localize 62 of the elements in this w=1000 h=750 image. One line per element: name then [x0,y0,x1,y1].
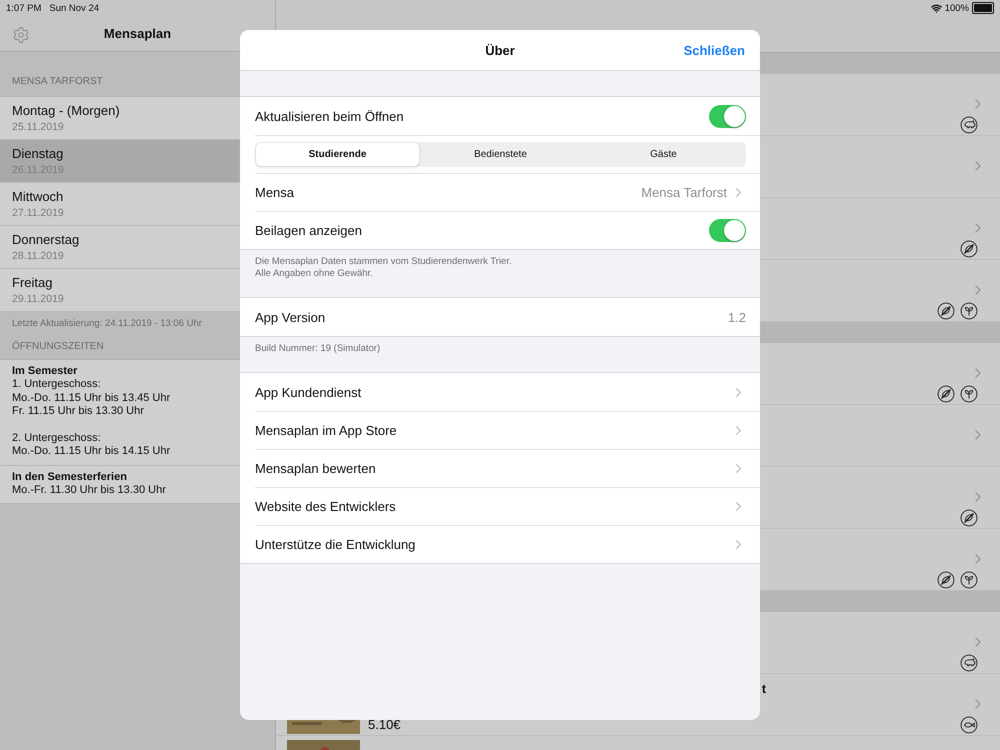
sprout-icon [960,571,978,589]
segment-button[interactable]: Gäste [582,143,745,166]
section-header: ÖFFNUNGSZEITEN [12,341,104,352]
settings-link-row[interactable]: Website des Entwicklers [255,487,760,525]
setting-label: Mensaplan bewerten [255,461,377,476]
toggle-switch[interactable] [709,104,746,128]
day-title: Dienstag [12,146,64,161]
crossed-leaf-icon [960,240,978,258]
sidebar-title: Mensaplan [104,26,172,41]
battery-icon [972,2,994,14]
pig-icon [960,654,978,672]
hours-line: Mo.-Do. 11.15 Uhr bis 14.15 Uhr [12,445,170,458]
crossed-leaf-icon [937,571,955,589]
close-button[interactable]: Schließen [684,42,745,58]
fish-icon [960,716,978,734]
day-date: 29.11.2019 [12,293,64,305]
day-date: 25.11.2019 [12,121,64,133]
status-time: 1:07 PM [6,2,42,14]
pig-icon [960,116,978,134]
status-date: Sun Nov 24 [49,2,100,14]
day-date: 27.11.2019 [12,207,64,219]
segment-button[interactable]: Bedienstete [419,143,582,166]
hours-line: Mo.-Fr. 11.30 Uhr bis 13.30 Uhr [12,484,166,497]
settings-link-row[interactable]: Mensaplan bewerten [255,449,760,487]
meal-title: t [762,682,766,696]
settings-link-row[interactable]: Mensa Mensa Tarforst [255,173,760,211]
last-update-text: Letzte Aktualisierung: 24.11.2019 - 13:06 Uhr [12,318,202,329]
meal-price: 5.10€ [368,717,401,732]
day-title: Montag - (Morgen) [12,103,120,118]
section-header: MENSA TARFORST [12,76,103,87]
day-title: Freitag [12,275,52,290]
hours-title: In den Semesterferien [12,470,127,482]
setting-label: App Kundendienst [255,384,362,400]
crossed-leaf-icon [937,302,955,320]
hours-line: Mo.-Do. 11.15 Uhr bis 13.45 Uhr [12,392,170,405]
crossed-leaf-icon [937,385,955,403]
segment-button[interactable]: Studierende [256,143,419,166]
hours-line: Fr. 11.15 Uhr bis 13.30 Uhr [12,405,144,418]
settings-link-row[interactable]: Unterstütze die Entwicklung [255,525,760,563]
toggle-switch[interactable] [709,219,746,242]
settings-link-row[interactable]: Mensaplan im App Store [255,411,760,449]
crossed-leaf-icon [960,509,978,527]
footer-note: Build Nummer: 19 (Simulator) [255,343,382,355]
battery-percent: 100% [944,2,969,14]
day-date: 28.11.2019 [12,250,64,262]
settings-link-row[interactable]: App Kundendienst [255,373,760,411]
setting-label: Unterstütze die Entwicklung [255,537,416,552]
setting-value: Mensa Tarforst [641,185,727,200]
hours-line: 2. Untergeschoss: [12,432,101,445]
wifi-icon [930,2,942,14]
hours-line: 1. Untergeschoss: [12,378,101,392]
setting-label: Website des Entwicklers [255,499,397,514]
settings-icon[interactable] [12,26,30,44]
day-title: Donnerstag [12,232,80,247]
sprout-icon [960,385,978,403]
setting-label: App Version [255,310,326,324]
sprout-icon [960,302,978,320]
setting-value: 1.2 [728,310,746,324]
setting-label: Mensaplan im App Store [255,423,398,438]
hours-title: Im Semester [12,365,78,377]
dialog-title: Über [485,43,515,58]
day-title: Mittwoch [12,189,64,204]
